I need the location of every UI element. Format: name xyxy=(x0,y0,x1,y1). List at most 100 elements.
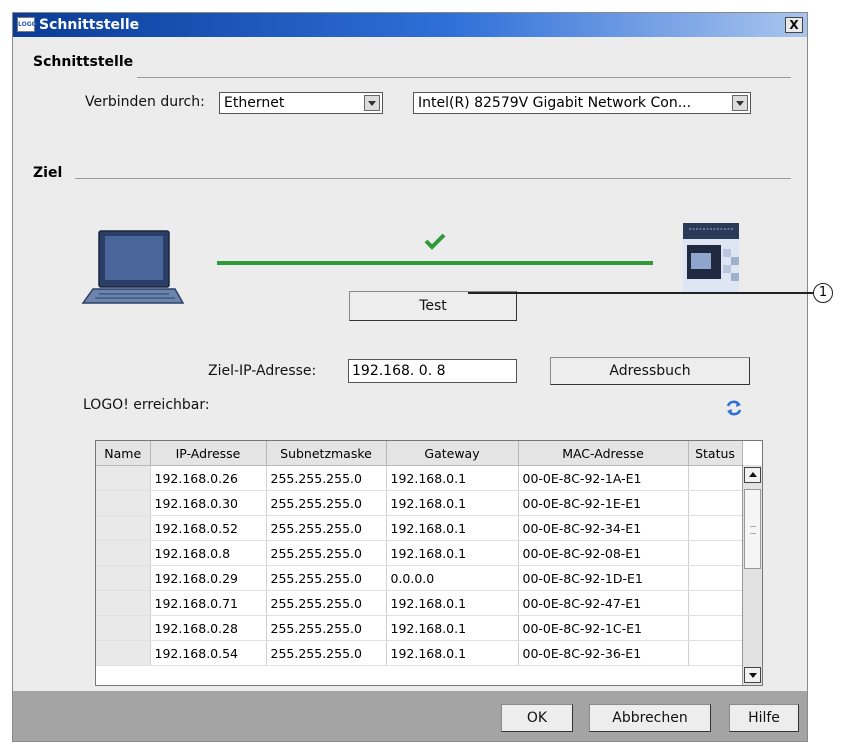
connect-label: Verbinden durch: xyxy=(85,94,205,110)
window-title: Schnittstelle xyxy=(39,17,140,33)
table-cell: 255.255.255.0 xyxy=(266,515,387,541)
table-cell: 192.168.0.52 xyxy=(150,515,267,541)
table-cell xyxy=(96,465,151,491)
table-header-row: Name IP-Adresse Subnetzmaske Gateway MAC-Adr… xyxy=(96,441,743,466)
section-divider xyxy=(75,178,791,179)
laptop-icon xyxy=(81,230,185,304)
table-cell: 255.255.255.0 xyxy=(266,640,387,666)
callout-marker: 1 xyxy=(813,283,833,303)
column-header[interactable]: Name xyxy=(96,441,151,466)
device-table-grid: Name IP-Adresse Subnetzmaske Gateway MAC-Adr… xyxy=(96,441,743,666)
column-header[interactable]: MAC-Adresse xyxy=(518,441,689,466)
table-cell: 00-0E-8C-92-1E-E1 xyxy=(518,490,689,516)
dialog-window: LOGO Schnittstelle X Schnittstelle Verbi… xyxy=(12,12,808,742)
table-cell xyxy=(96,640,151,666)
table-cell: 255.255.255.0 xyxy=(266,615,387,641)
table-row[interactable]: 192.168.0.52 255.255.255.0 192.168.0.1 00-0… xyxy=(96,515,743,541)
chevron-down-icon[interactable] xyxy=(364,95,380,111)
table-cell xyxy=(96,515,151,541)
table-cell: 00-0E-8C-92-08-E1 xyxy=(518,540,689,566)
scroll-up-icon[interactable] xyxy=(744,467,761,483)
close-button[interactable]: X xyxy=(785,17,803,33)
table-cell xyxy=(96,540,151,566)
connection-status-line xyxy=(217,261,653,265)
adapter-select[interactable]: Intel(R) 82579V Gigabit Network Con... xyxy=(413,92,751,114)
dialog-footer: OK Abbrechen Hilfe xyxy=(13,691,807,741)
app-icon: LOGO xyxy=(17,17,37,32)
table-row[interactable]: 192.168.0.8 255.255.255.0 192.168.0.1 00-0E… xyxy=(96,540,743,566)
ok-button[interactable]: OK xyxy=(501,704,573,732)
table-cell: 00-0E-8C-92-1C-E1 xyxy=(518,615,689,641)
table-row[interactable]: 192.168.0.29 255.255.255.0 0.0.0.0 00-0E-8C… xyxy=(96,565,743,591)
scroll-down-icon[interactable] xyxy=(744,667,761,683)
column-header[interactable]: IP-Adresse xyxy=(150,441,267,466)
ip-address-input[interactable]: 192.168. 0. 8 xyxy=(348,359,517,383)
table-cell: 192.168.0.1 xyxy=(386,615,519,641)
table-cell: 192.168.0.28 xyxy=(150,615,267,641)
table-cell: 192.168.0.1 xyxy=(386,640,519,666)
callout-line xyxy=(468,292,814,294)
table-cell xyxy=(688,515,743,541)
table-cell: 192.168.0.54 xyxy=(150,640,267,666)
table-cell: 00-0E-8C-92-1A-E1 xyxy=(518,465,689,491)
table-cell xyxy=(96,590,151,616)
table-cell xyxy=(688,540,743,566)
table-cell: 00-0E-8C-92-34-E1 xyxy=(518,515,689,541)
column-header[interactable]: Gateway xyxy=(386,441,519,466)
test-button[interactable]: Test xyxy=(349,291,517,321)
table-cell: 00-0E-8C-92-1D-E1 xyxy=(518,565,689,591)
table-cell: 192.168.0.1 xyxy=(386,590,519,616)
table-row[interactable]: 192.168.0.71 255.255.255.0 192.168.0.1 00-0… xyxy=(96,590,743,616)
table-cell: 192.168.0.30 xyxy=(150,490,267,516)
table-cell: 192.168.0.1 xyxy=(386,490,519,516)
ip-address-label: Ziel-IP-Adresse: xyxy=(208,363,317,379)
table-cell: 255.255.255.0 xyxy=(266,490,387,516)
table-cell: 192.168.0.1 xyxy=(386,515,519,541)
table-cell: 00-0E-8C-92-36-E1 xyxy=(518,640,689,666)
table-body: 192.168.0.26 255.255.255.0 192.168.0.1 00-0… xyxy=(96,465,743,666)
table-cell: 255.255.255.0 xyxy=(266,465,387,491)
title-bar[interactable]: LOGO Schnittstelle X xyxy=(13,13,807,37)
cancel-button[interactable]: Abbrechen xyxy=(589,704,711,732)
help-button[interactable]: Hilfe xyxy=(729,704,799,732)
vertical-scrollbar[interactable] xyxy=(742,465,762,685)
table-cell xyxy=(688,615,743,641)
section-title-target: Ziel xyxy=(33,165,63,181)
reachable-label: LOGO! erreichbar: xyxy=(83,397,210,413)
table-cell: 255.255.255.0 xyxy=(266,565,387,591)
table-cell: 192.168.0.1 xyxy=(386,465,519,491)
table-cell: 255.255.255.0 xyxy=(266,590,387,616)
column-header[interactable]: Subnetzmaske xyxy=(266,441,387,466)
table-cell xyxy=(96,565,151,591)
addressbook-button[interactable]: Adressbuch xyxy=(550,357,750,385)
refresh-icon[interactable] xyxy=(725,399,743,417)
device-table[interactable]: Name IP-Adresse Subnetzmaske Gateway MAC-Adr… xyxy=(95,440,763,686)
table-cell xyxy=(688,640,743,666)
table-cell: 192.168.0.71 xyxy=(150,590,267,616)
table-cell: 192.168.0.8 xyxy=(150,540,267,566)
checkmark-icon xyxy=(424,233,446,250)
connect-select[interactable]: Ethernet xyxy=(219,92,383,114)
table-row[interactable]: 192.168.0.26 255.255.255.0 192.168.0.1 00-0… xyxy=(96,465,743,491)
table-row[interactable]: 192.168.0.30 255.255.255.0 192.168.0.1 00-0… xyxy=(96,490,743,516)
table-cell xyxy=(96,490,151,516)
table-cell: 192.168.0.29 xyxy=(150,565,267,591)
table-cell: 0.0.0.0 xyxy=(386,565,519,591)
table-cell xyxy=(688,565,743,591)
table-row[interactable]: 192.168.0.54 255.255.255.0 192.168.0.1 00-0… xyxy=(96,640,743,666)
chevron-down-icon[interactable] xyxy=(732,95,748,111)
section-title-interface: Schnittstelle xyxy=(33,54,134,70)
table-row[interactable]: 192.168.0.28 255.255.255.0 192.168.0.1 00-0… xyxy=(96,615,743,641)
adapter-select-value: Intel(R) 82579V Gigabit Network Con... xyxy=(418,95,692,111)
connect-select-value: Ethernet xyxy=(224,95,285,111)
section-divider xyxy=(137,77,791,78)
column-header[interactable]: Status xyxy=(688,441,743,466)
table-cell: 192.168.0.26 xyxy=(150,465,267,491)
logo-device-icon xyxy=(683,223,739,293)
table-cell xyxy=(688,465,743,491)
table-cell: 192.168.0.1 xyxy=(386,540,519,566)
scroll-thumb[interactable] xyxy=(744,489,761,569)
table-cell xyxy=(96,615,151,641)
table-cell xyxy=(688,590,743,616)
table-cell: 255.255.255.0 xyxy=(266,540,387,566)
